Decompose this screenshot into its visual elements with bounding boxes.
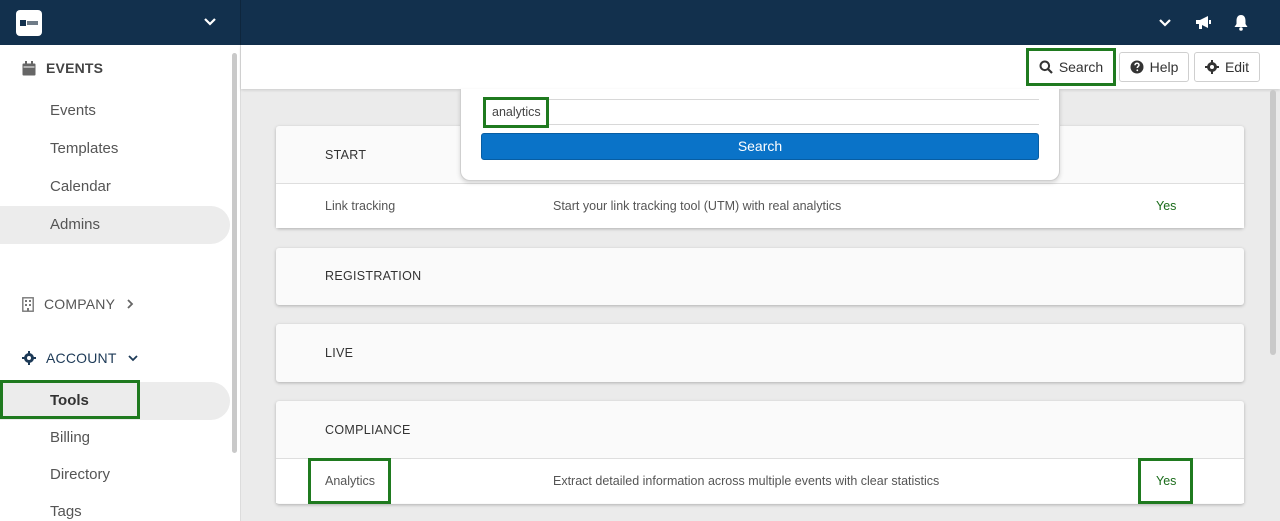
building-icon — [22, 296, 34, 312]
sidebar-item-label: Billing — [50, 429, 91, 446]
sidebar-section-events[interactable]: EVENTS — [22, 60, 103, 76]
status-badge: Yes — [1156, 199, 1177, 213]
section-card-registration: REGISTRATION — [276, 248, 1244, 305]
sidebar-section-company[interactable]: COMPANY — [22, 296, 135, 312]
section-title: REGISTRATION — [325, 269, 422, 283]
tools-highlight — [0, 380, 140, 419]
help-button-label: Help — [1149, 59, 1179, 75]
section-title: COMPLIANCE — [325, 423, 411, 437]
search-input-underline — [483, 99, 1039, 125]
chevron-down-icon[interactable] — [1158, 16, 1172, 30]
section-card-live: LIVE — [276, 324, 1244, 382]
tool-description: Extract detailed information across mult… — [553, 474, 940, 488]
sidebar-item-calendar[interactable]: Calendar — [0, 168, 230, 206]
search-input[interactable]: analytics — [483, 97, 549, 128]
table-row[interactable]: Analytics Extract detailed information a… — [276, 458, 1244, 503]
sidebar-item-label: Directory — [50, 466, 111, 483]
sidebar-item-label: Events — [50, 102, 96, 119]
analytics-status-highlight — [1138, 458, 1193, 504]
section-card-compliance: COMPLIANCE Analytics Extract detailed in… — [276, 401, 1244, 504]
edit-button[interactable]: Edit — [1194, 52, 1260, 82]
sidebar-item-admins[interactable]: Admins — [0, 206, 230, 244]
sidebar-item-templates[interactable]: Templates — [0, 130, 230, 168]
sidebar-item-directory[interactable]: Directory — [0, 456, 230, 494]
section-title: LIVE — [325, 346, 354, 360]
sidebar-section-account[interactable]: ACCOUNT — [22, 350, 139, 366]
table-row[interactable]: Link tracking Start your link tracking t… — [276, 183, 1244, 228]
sidebar: EVENTS Events Templates Calendar Admins … — [0, 45, 241, 521]
bell-icon[interactable] — [1233, 14, 1249, 31]
sidebar-section-label: ACCOUNT — [46, 350, 117, 366]
org-logo-icon[interactable] — [16, 10, 42, 36]
sidebar-item-tags[interactable]: Tags — [0, 493, 230, 521]
calendar-icon — [22, 60, 36, 75]
sidebar-item-label: Templates — [50, 140, 119, 157]
search-submit-button[interactable]: Search — [481, 133, 1039, 160]
gear-icon — [22, 351, 36, 365]
tool-description: Start your link tracking tool (UTM) with… — [553, 199, 842, 213]
gear-icon — [1204, 60, 1219, 74]
edit-button-label: Edit — [1224, 59, 1250, 75]
chevron-right-icon — [127, 299, 134, 309]
search-button[interactable]: Search — [1026, 48, 1116, 86]
sidebar-section-label: COMPANY — [44, 296, 116, 312]
topbar-divider — [240, 0, 241, 45]
chevron-down-icon[interactable] — [203, 15, 217, 29]
search-button-label: Search — [1058, 59, 1104, 75]
megaphone-icon[interactable] — [1195, 14, 1212, 31]
question-circle-icon — [1130, 60, 1144, 74]
sidebar-item-label: Admins — [50, 216, 101, 233]
sidebar-item-billing[interactable]: Billing — [0, 419, 230, 457]
top-navigation-bar — [0, 0, 1280, 45]
analytics-name-highlight — [308, 458, 391, 504]
sidebar-scrollbar[interactable] — [232, 53, 237, 453]
sidebar-item-label: Tags — [50, 503, 82, 520]
tool-name: Link tracking — [325, 199, 396, 213]
section-title: START — [325, 148, 367, 162]
sidebar-section-label: EVENTS — [46, 60, 104, 76]
main-scrollbar[interactable] — [1270, 90, 1276, 355]
sidebar-item-label: Calendar — [50, 178, 111, 195]
sidebar-item-events[interactable]: Events — [0, 92, 230, 130]
help-button[interactable]: Help — [1119, 52, 1189, 82]
search-icon — [1039, 60, 1053, 74]
chevron-down-icon — [127, 355, 138, 362]
